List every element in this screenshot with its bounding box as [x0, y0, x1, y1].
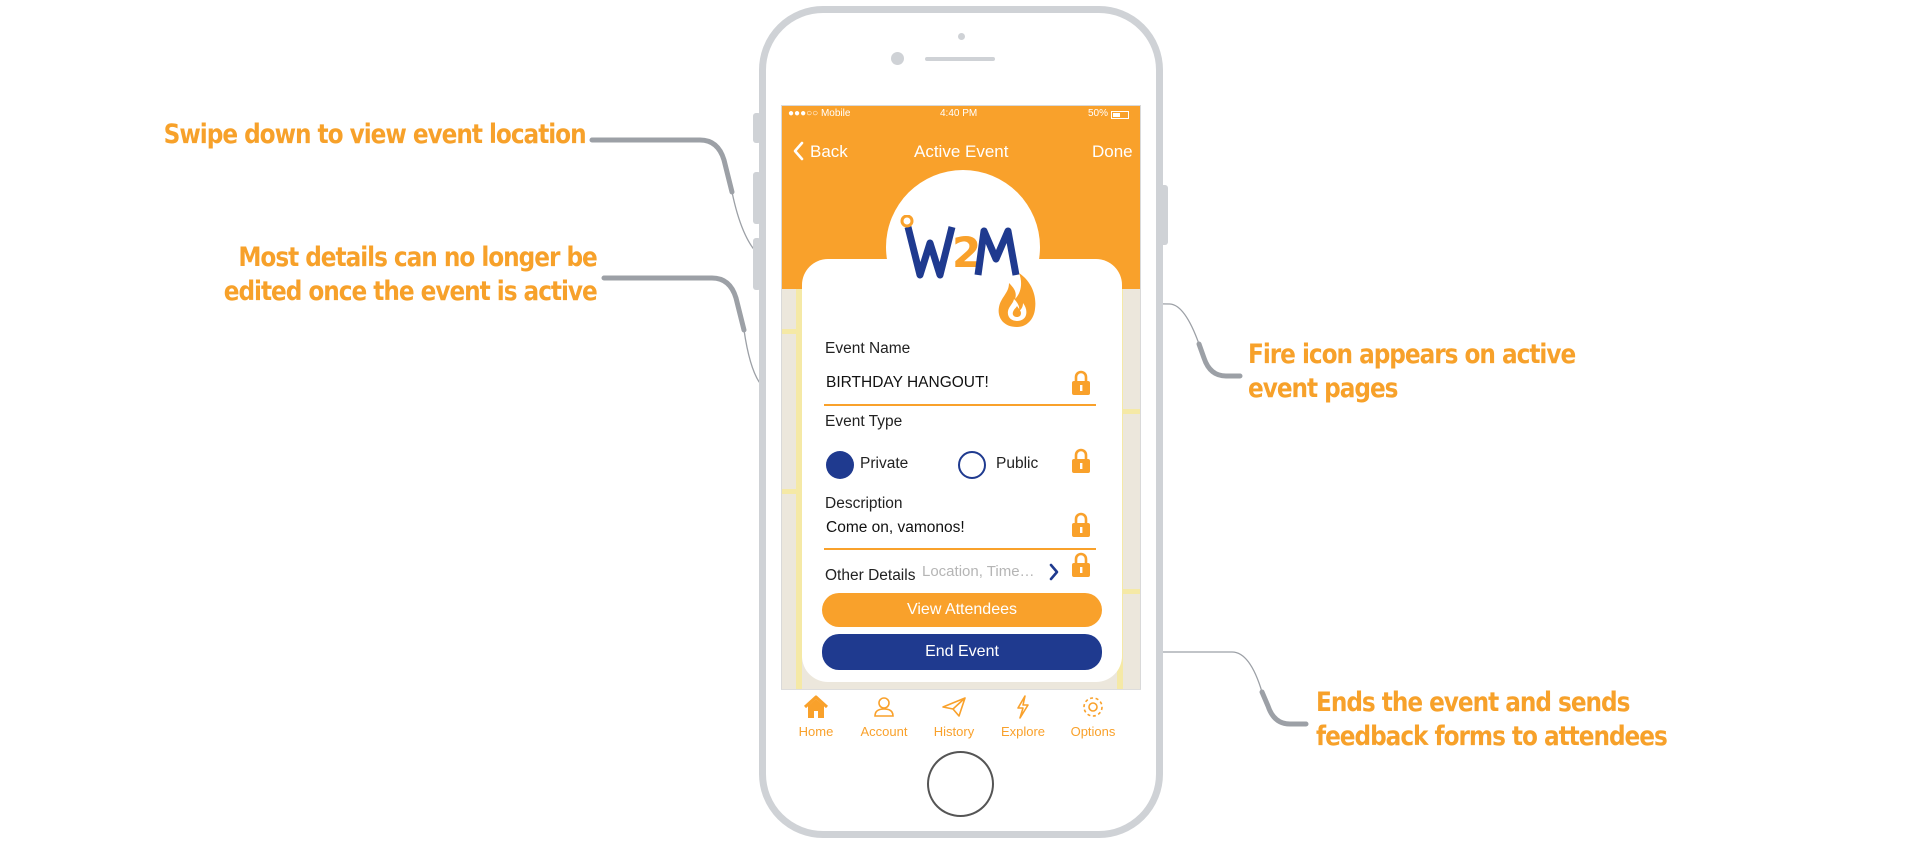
- end-event-label: End Event: [925, 643, 999, 660]
- event-name-label: Event Name: [825, 340, 911, 357]
- other-details-placeholder: Location, Time…: [922, 563, 1035, 580]
- tab-options[interactable]: Options: [1058, 690, 1128, 744]
- page-title: Active Event: [914, 142, 1009, 161]
- done-button[interactable]: Done: [1092, 142, 1133, 162]
- tab-account[interactable]: Account: [849, 690, 919, 744]
- tab-account-label: Account: [860, 724, 908, 739]
- other-details-row[interactable]: Other Details Location, Time…: [822, 554, 1074, 586]
- event-name-underline: [824, 404, 1096, 406]
- status-time: 4:40 PM: [940, 108, 978, 119]
- lock-icon: [1072, 552, 1090, 577]
- description-value: Come on, vamonos!: [826, 519, 965, 536]
- tab-explore-label: Explore: [1000, 724, 1046, 739]
- description-underline: [824, 548, 1096, 550]
- account-icon: [874, 697, 894, 717]
- other-details-label: Other Details: [825, 567, 916, 584]
- home-icon: [803, 695, 829, 718]
- end-event-button[interactable]: End Event: [822, 634, 1102, 670]
- annotation-fire-icon: Fire icon appears on active event pages: [1248, 339, 1576, 404]
- chevron-right-icon: [1049, 563, 1059, 581]
- history-icon: [942, 697, 966, 717]
- chevron-left-icon: [793, 141, 804, 161]
- tab-home[interactable]: Home: [781, 690, 851, 744]
- public-radio[interactable]: [958, 451, 986, 479]
- view-attendees-button[interactable]: View Attendees: [822, 593, 1102, 627]
- tab-explore[interactable]: Explore: [988, 690, 1058, 744]
- status-battery-percent: 50%: [1088, 108, 1109, 119]
- explore-icon: [1017, 695, 1029, 719]
- annotation-end-event: Ends the event and sends feedback forms …: [1316, 687, 1668, 752]
- tab-history-label: History: [933, 724, 975, 739]
- back-button[interactable]: Back: [788, 136, 858, 164]
- lock-icon: [1072, 448, 1090, 473]
- lock-icon: [1072, 512, 1090, 537]
- public-radio-label: Public: [996, 455, 1039, 472]
- annotation-swipe: Swipe down to view event location: [164, 119, 587, 150]
- tab-bar: Home Account History Explore Options: [781, 689, 1141, 744]
- phone-home-button[interactable]: [927, 751, 994, 817]
- private-radio-label: Private: [860, 455, 909, 472]
- fire-icon: [998, 273, 1036, 327]
- battery-icon: [1111, 111, 1129, 119]
- tab-history[interactable]: History: [919, 690, 989, 744]
- event-name-value: BIRTHDAY HANGOUT!: [826, 374, 989, 391]
- description-label: Description: [825, 495, 903, 512]
- phone-camera: [958, 33, 965, 40]
- tab-options-label: Options: [1070, 724, 1116, 739]
- phone-speaker: [925, 57, 995, 61]
- back-label: Back: [810, 142, 848, 161]
- event-type-label: Event Type: [825, 413, 903, 430]
- phone-sensor: [891, 52, 904, 65]
- view-attendees-label: View Attendees: [906, 601, 1017, 618]
- options-icon: [1083, 697, 1103, 717]
- annotation-details: Most details can no longer be edited onc…: [223, 242, 598, 307]
- lock-icon: [1072, 370, 1090, 395]
- status-carrier: ●●●○○ Mobile: [788, 108, 851, 119]
- tab-home-label: Home: [798, 724, 834, 739]
- private-radio[interactable]: [826, 451, 854, 479]
